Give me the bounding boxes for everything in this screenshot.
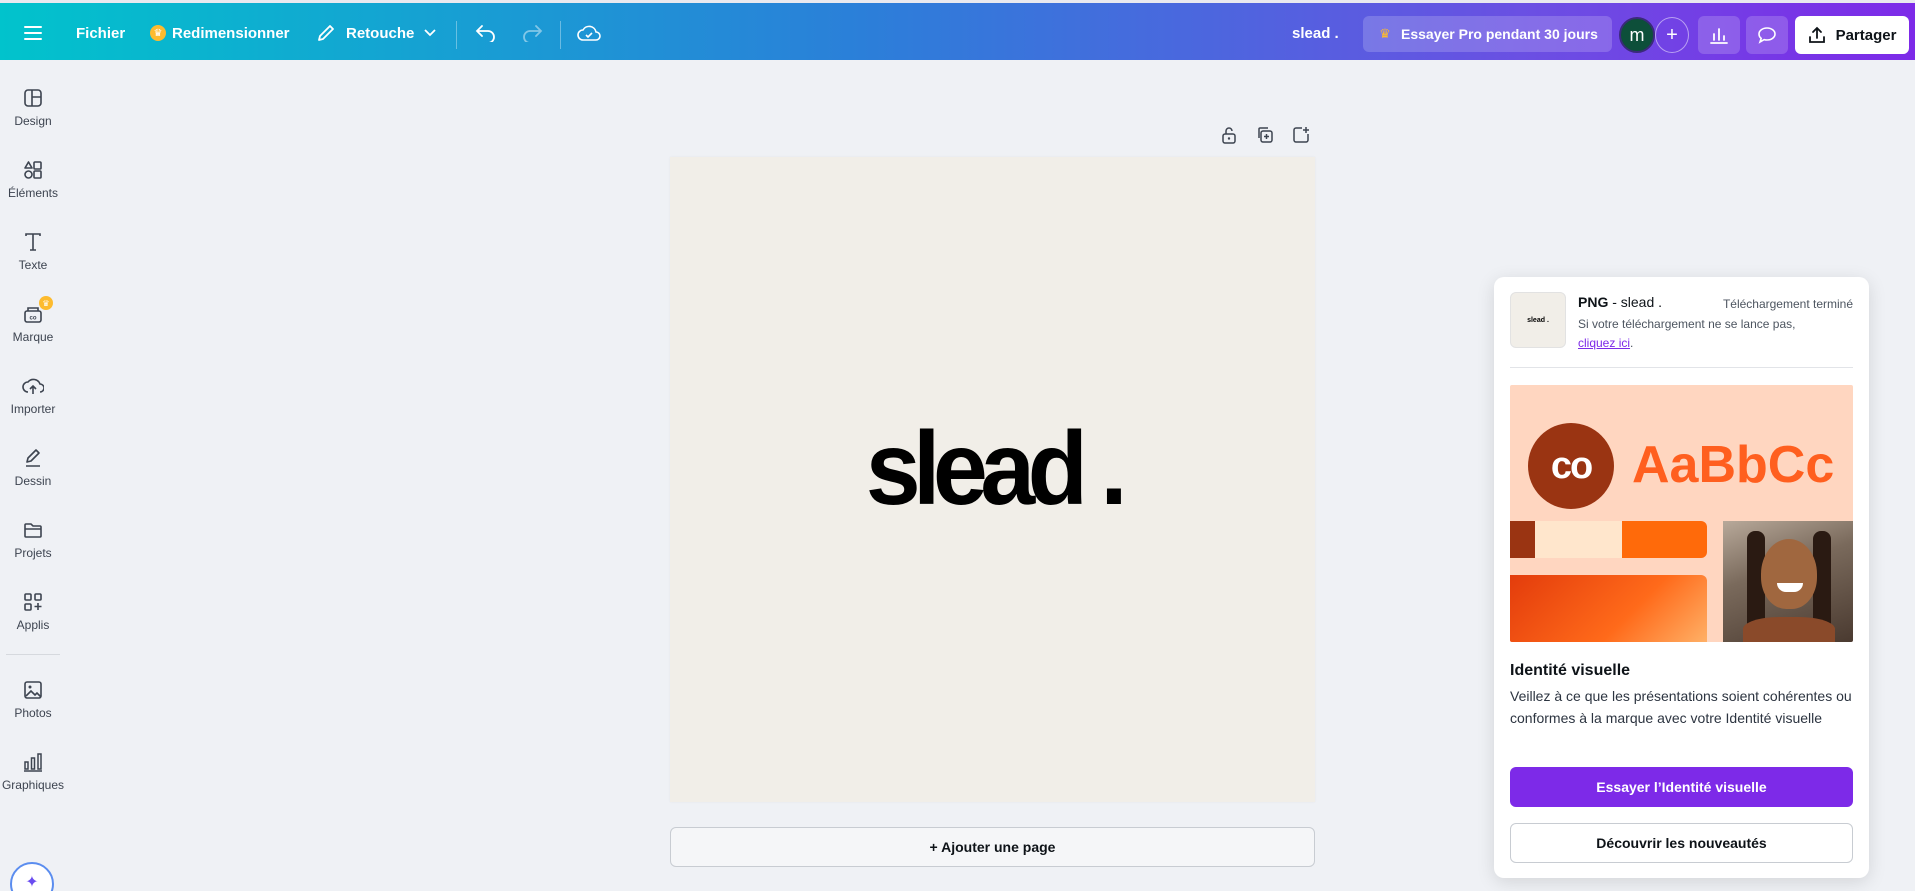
avatar[interactable]: m <box>1619 17 1655 53</box>
sidebar-item-projects[interactable]: Projets <box>0 510 66 570</box>
retouche-label: Retouche <box>346 24 415 42</box>
svg-text:co: co <box>29 316 36 322</box>
retry-download-link[interactable]: cliquez ici <box>1578 336 1630 350</box>
document-title[interactable]: slead . <box>1292 6 1339 60</box>
sidebar-item-design[interactable]: Design <box>0 78 66 138</box>
sidebar-divider <box>6 654 60 655</box>
hint-suffix: . <box>1630 336 1634 350</box>
promo-logo: co <box>1528 423 1614 509</box>
file-menu-button[interactable]: Fichier <box>76 6 125 60</box>
pen-icon <box>26 449 40 467</box>
sidebar-item-label: Éléments <box>7 186 59 200</box>
undo-icon[interactable] <box>474 6 498 60</box>
crown-icon: ♛ <box>150 25 166 41</box>
file-type: PNG <box>1578 294 1609 310</box>
crown-icon: ♛ <box>1379 26 1391 41</box>
try-pro-button[interactable]: ♛ Essayer Pro pendant 30 jours <box>1363 16 1612 52</box>
resize-label: Redimensionner <box>172 24 290 42</box>
page-toolbar <box>1218 124 1312 146</box>
magic-sparkle-icon[interactable]: ✦ <box>10 862 54 891</box>
try-pro-label: Essayer Pro pendant 30 jours <box>1401 26 1598 42</box>
sidebar-item-label: Dessin <box>14 474 52 488</box>
lock-icon[interactable] <box>1218 124 1240 146</box>
shapes-icon <box>24 161 42 179</box>
promo-description: Veillez à ce que les présentations soien… <box>1510 688 1852 726</box>
sidebar-item-elements[interactable]: Éléments <box>0 150 66 210</box>
cloud-saved-icon[interactable] <box>576 6 602 60</box>
promo-type-sample: AaBbCc <box>1632 436 1835 494</box>
upload-cloud-icon <box>22 378 44 394</box>
menu-icon[interactable] <box>20 6 46 60</box>
sidebar-item-label: Texte <box>18 258 48 272</box>
download-hint: Si votre téléchargement ne se lance pas,… <box>1578 315 1858 353</box>
try-brand-kit-button[interactable]: Essayer l’Identité visuelle <box>1510 767 1853 807</box>
brand-kit-promo-image: co AaBbCc <box>1510 385 1853 642</box>
sidebar-item-label: Photos <box>14 706 52 720</box>
sidebar-item-photos[interactable]: Photos <box>0 670 66 730</box>
retouche-button[interactable]: Retouche <box>316 6 436 60</box>
redo-icon[interactable] <box>520 6 544 60</box>
sidebar-item-label: Marque <box>12 330 54 344</box>
pencil-icon <box>318 25 334 41</box>
insights-icon[interactable] <box>1698 16 1740 54</box>
top-bar: Fichier ♛ Redimensionner Retouche slead … <box>0 0 1915 60</box>
color-swatch <box>1622 521 1707 558</box>
text-icon <box>25 233 41 251</box>
canvas-logo-text[interactable]: slead . <box>865 410 1127 529</box>
sidebar-item-charts[interactable]: Graphiques <box>0 742 66 802</box>
promo-title: Identité visuelle <box>1510 662 1631 679</box>
sidebar-item-import[interactable]: Importer <box>0 366 66 426</box>
resize-button[interactable]: ♛ Redimensionner <box>150 6 290 60</box>
add-page-icon[interactable] <box>1290 124 1312 146</box>
image-icon <box>24 681 42 699</box>
sidebar-item-label: Importer <box>10 402 56 416</box>
promo-portrait-photo <box>1723 521 1853 642</box>
discover-news-button[interactable]: Découvrir les nouveautés <box>1510 823 1853 863</box>
download-thumbnail: slead . <box>1510 292 1566 348</box>
sidebar-item-label: Graphiques <box>1 778 65 792</box>
toolbar-divider <box>560 21 561 49</box>
sidebar-item-brand[interactable]: ♛ co Marque <box>0 294 66 354</box>
file-name-text: - slead . <box>1608 294 1663 310</box>
download-panel: slead . PNG - slead . Téléchargement ter… <box>1494 277 1869 878</box>
chevron-down-icon <box>424 29 436 37</box>
add-collaborator-button[interactable]: + <box>1655 17 1689 53</box>
share-label: Partager <box>1835 26 1897 44</box>
photo-detail <box>1743 617 1835 642</box>
toolbar-divider <box>456 21 457 49</box>
sidebar-item-label: Projets <box>14 546 52 560</box>
layout-icon <box>24 89 42 107</box>
comment-icon[interactable] <box>1746 16 1788 54</box>
chart-icon <box>24 753 42 772</box>
download-file-name: PNG - slead . <box>1578 294 1662 310</box>
color-swatch <box>1510 521 1535 558</box>
sidebar-item-label: Applis <box>16 618 50 632</box>
hint-text: Si votre téléchargement ne se lance pas, <box>1578 317 1796 331</box>
crown-icon: ♛ <box>39 296 53 310</box>
folder-icon <box>24 523 42 538</box>
upload-icon <box>1808 26 1825 43</box>
panel-divider <box>1510 367 1853 368</box>
sidebar-item-label: Design <box>14 114 52 128</box>
sidebar-item-apps[interactable]: Applis <box>0 582 66 642</box>
sidebar-item-text[interactable]: Texte <box>0 222 66 282</box>
sidebar-item-draw[interactable]: Dessin <box>0 438 66 498</box>
design-canvas-page[interactable]: slead . <box>670 157 1315 802</box>
apps-icon <box>24 593 42 611</box>
photo-detail <box>1761 539 1817 609</box>
color-swatch <box>1535 521 1622 558</box>
download-status: Téléchargement terminé <box>1722 297 1853 311</box>
left-sidebar: Design Éléments Texte ♛ co Marque Import… <box>0 60 66 891</box>
promo-gradient-block <box>1510 575 1707 642</box>
add-page-button[interactable]: + Ajouter une page <box>670 827 1315 867</box>
share-button[interactable]: Partager <box>1795 16 1909 54</box>
duplicate-page-icon[interactable] <box>1254 124 1276 146</box>
